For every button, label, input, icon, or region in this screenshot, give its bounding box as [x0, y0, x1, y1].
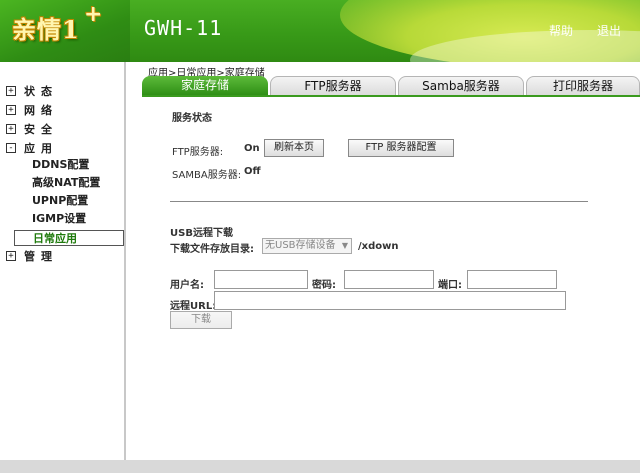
sidebar-item-label: 安全 — [24, 123, 58, 136]
tab-underline — [142, 95, 640, 97]
samba-server-label: SAMBA服务器: — [172, 170, 242, 181]
sidebar-subitem-daily-app[interactable]: 日常应用 — [14, 230, 124, 246]
logout-link[interactable]: 退出 — [597, 22, 621, 39]
sidebar-item-label: 状态 — [24, 85, 58, 98]
sidebar: + 状态 + 网络 + 安全 - 应用 DDNS配置 高级NAT配置 UPNP配… — [0, 62, 126, 460]
port-input[interactable] — [467, 270, 557, 289]
help-link[interactable]: 帮助 — [549, 22, 573, 39]
sidebar-item-management[interactable]: + 管理 — [6, 248, 58, 264]
sidebar-item-label: 网络 — [24, 104, 58, 117]
sidebar-item-network[interactable]: + 网络 — [6, 102, 58, 118]
samba-server-status: Off — [244, 166, 261, 177]
tab-home-storage[interactable]: 家庭存储 — [142, 76, 268, 95]
sidebar-item-security[interactable]: + 安全 — [6, 121, 58, 137]
download-dir-select[interactable]: 无USB存储设备 ▼ — [262, 238, 352, 254]
sidebar-item-label: 应用 — [24, 142, 58, 155]
password-label: 密码: — [312, 280, 336, 291]
service-status-title: 服务状态 — [172, 113, 212, 124]
sidebar-subitem-ddns[interactable]: DDNS配置 — [32, 156, 89, 172]
tab-samba-server[interactable]: Samba服务器 — [398, 76, 524, 95]
expand-icon: + — [6, 86, 16, 96]
logo-text: 亲情1 — [12, 15, 80, 44]
download-button[interactable]: 下载 — [170, 311, 232, 329]
logo-plus: + — [84, 2, 103, 27]
usb-download-title: USB远程下载 — [170, 228, 233, 239]
logo: 亲情1 + — [0, 0, 130, 62]
tab-bar: 家庭存储 FTP服务器 Samba服务器 打印服务器 — [142, 76, 640, 95]
remote-url-input[interactable] — [214, 291, 566, 310]
expand-icon: + — [6, 124, 16, 134]
collapse-icon: - — [6, 143, 16, 153]
chevron-down-icon: ▼ — [341, 241, 348, 250]
password-input[interactable] — [344, 270, 434, 289]
sidebar-subitem-upnp[interactable]: UPNP配置 — [32, 192, 88, 208]
tab-ftp-server[interactable]: FTP服务器 — [270, 76, 396, 95]
header: 亲情1 + GWH-11 帮助 退出 — [0, 0, 640, 62]
sidebar-item-label: 管理 — [24, 250, 58, 263]
expand-icon: + — [6, 105, 16, 115]
sidebar-subitem-advanced-nat[interactable]: 高级NAT配置 — [32, 174, 100, 190]
download-dir-label: 下载文件存放目录: — [170, 244, 254, 255]
device-name: GWH-11 — [144, 16, 223, 40]
expand-icon: + — [6, 251, 16, 261]
refresh-button[interactable]: 刷新本页 — [264, 139, 324, 157]
username-label: 用户名: — [170, 280, 204, 291]
ftp-server-status: On — [244, 143, 260, 154]
download-dir-value: 无USB存储设备 — [265, 240, 336, 251]
tab-print-server[interactable]: 打印服务器 — [526, 76, 640, 95]
port-label: 端口: — [438, 280, 462, 291]
username-input[interactable] — [214, 270, 308, 289]
footer-bar — [0, 460, 640, 473]
sidebar-item-status[interactable]: + 状态 — [6, 83, 58, 99]
ftp-server-label: FTP服务器: — [172, 147, 224, 158]
ftp-config-button[interactable]: FTP 服务器配置 — [348, 139, 454, 157]
remote-url-label: 远程URL: — [170, 301, 217, 312]
download-dir-suffix: /xdown — [358, 241, 399, 252]
sidebar-item-application[interactable]: - 应用 — [6, 140, 58, 156]
section-divider — [170, 201, 588, 202]
sidebar-subitem-igmp[interactable]: IGMP设置 — [32, 210, 86, 226]
